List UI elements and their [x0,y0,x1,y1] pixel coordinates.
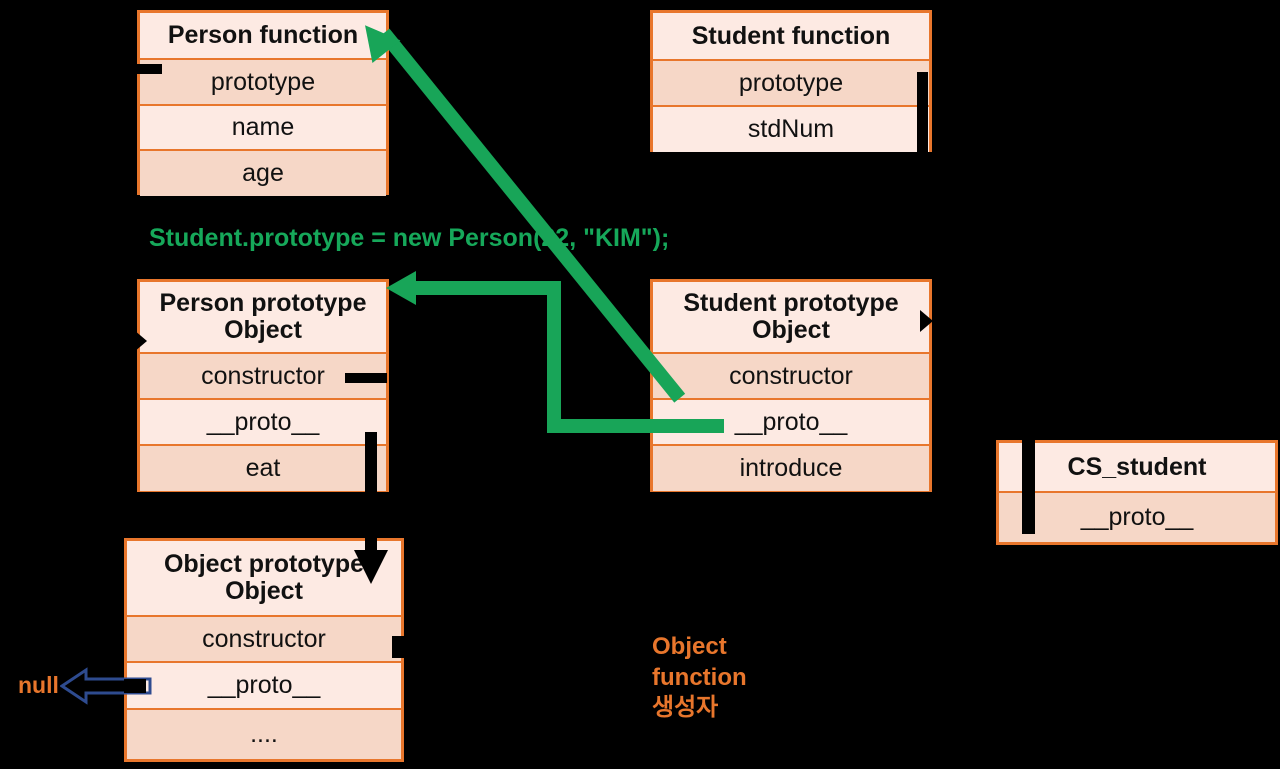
person-prototype-constructor-stub [345,373,387,383]
cs-student-title-text: CS_student [1067,452,1207,481]
person-prototype-title-line1: Person prototype [159,289,367,317]
object-prototype-row-dots[interactable]: .... [127,710,401,759]
person-prototype-title: Person prototype Object [140,282,386,354]
person-function-title: Person function [140,13,386,60]
green-elbow-bottom-horizontal [547,419,724,433]
person-function-row-name-label: name [231,113,295,141]
person-prototype-row-proto-label: __proto__ [206,407,320,436]
person-prototype-proto-connector-line [365,432,377,554]
person-prototype-row-eat-label: eat [245,454,281,482]
student-prototype-title-line2: Object [752,316,830,344]
student-function-title: Student function [653,13,929,61]
person-function-row-age[interactable]: age [140,151,386,196]
student-prototype-row-constructor[interactable]: constructor [653,354,929,400]
object-prototype-row-proto-label: __proto__ [207,671,321,699]
person-function-row-prototype[interactable]: prototype [140,60,386,106]
person-function-title-text: Person function [167,21,359,49]
student-function-row-stdnum[interactable]: stdNum [653,107,929,152]
code-annotation: Student.prototype = new Person(22, "KIM"… [149,224,670,252]
cs-student-proto-connector [1022,437,1035,534]
student-prototype-row-constructor-label: constructor [729,361,853,390]
cs-student-row-proto[interactable]: __proto__ [999,493,1275,542]
cs-student-title: CS_student [999,443,1275,493]
object-function-note: Object function 생성자 [652,632,747,724]
student-prototype-title-line1: Student prototype [683,289,899,317]
green-elbow-top-horizontal [412,281,561,295]
person-function-prototype-stub [134,64,162,74]
object-function-note-line2: function [652,663,747,691]
student-prototype-row-introduce-label: introduce [739,454,843,482]
cs-student-row-proto-label: __proto__ [1080,503,1194,531]
person-function-row-age-label: age [242,159,284,187]
person-prototype-title-line2: Object [224,316,302,344]
box-student-function[interactable]: Student function prototype stdNum [650,10,932,152]
student-function-title-text: Student function [691,21,891,50]
person-prototype-row-constructor-label: constructor [201,361,325,390]
object-prototype-title-line2: Object [225,577,303,605]
object-prototype-row-constructor[interactable]: constructor [127,617,401,663]
green-elbow-vertical [547,287,561,433]
box-student-prototype-object[interactable]: Student prototype Object constructor __p… [650,279,932,492]
student-function-row-prototype[interactable]: prototype [653,61,929,107]
object-prototype-row-constructor-label: constructor [202,624,326,653]
object-prototype-row-proto[interactable]: __proto__ [127,663,401,710]
person-prototype-row-eat[interactable]: eat [140,446,386,491]
object-prototype-constructor-stub [392,636,405,658]
student-function-row-prototype-label: prototype [738,68,844,97]
student-prototype-row-proto-label: __proto__ [734,407,848,436]
null-label: null [18,672,59,698]
diagram-canvas: Person function prototype name age Stude… [0,0,1280,769]
student-prototype-top-arrowhead-icon [782,265,802,279]
green-elbow-arrowhead-icon [386,271,416,305]
person-prototype-row-proto[interactable]: __proto__ [140,400,386,446]
person-function-row-name[interactable]: name [140,106,386,151]
object-function-note-line3: 생성자 [652,694,719,722]
null-arrow-tail [124,679,146,693]
box-cs-student[interactable]: CS_student __proto__ [996,440,1278,545]
student-function-prototype-connector [917,72,928,152]
person-prototype-proto-arrowhead-icon [354,550,388,584]
box-person-prototype-object[interactable]: Person prototype Object constructor __pr… [137,279,389,492]
object-prototype-title-line1: Object prototype [163,550,364,578]
object-prototype-row-dots-label: .... [250,720,278,748]
student-prototype-title: Student prototype Object [653,282,929,354]
student-function-row-stdnum-label: stdNum [747,115,835,143]
green-diagonal-shaft [378,28,686,403]
object-function-note-line1: Object [652,633,727,660]
student-prototype-row-introduce[interactable]: introduce [653,446,929,491]
person-function-row-prototype-label: prototype [210,67,316,96]
student-prototype-right-arrowhead-icon [920,310,933,332]
person-prototype-left-arrowhead-icon [134,330,147,352]
